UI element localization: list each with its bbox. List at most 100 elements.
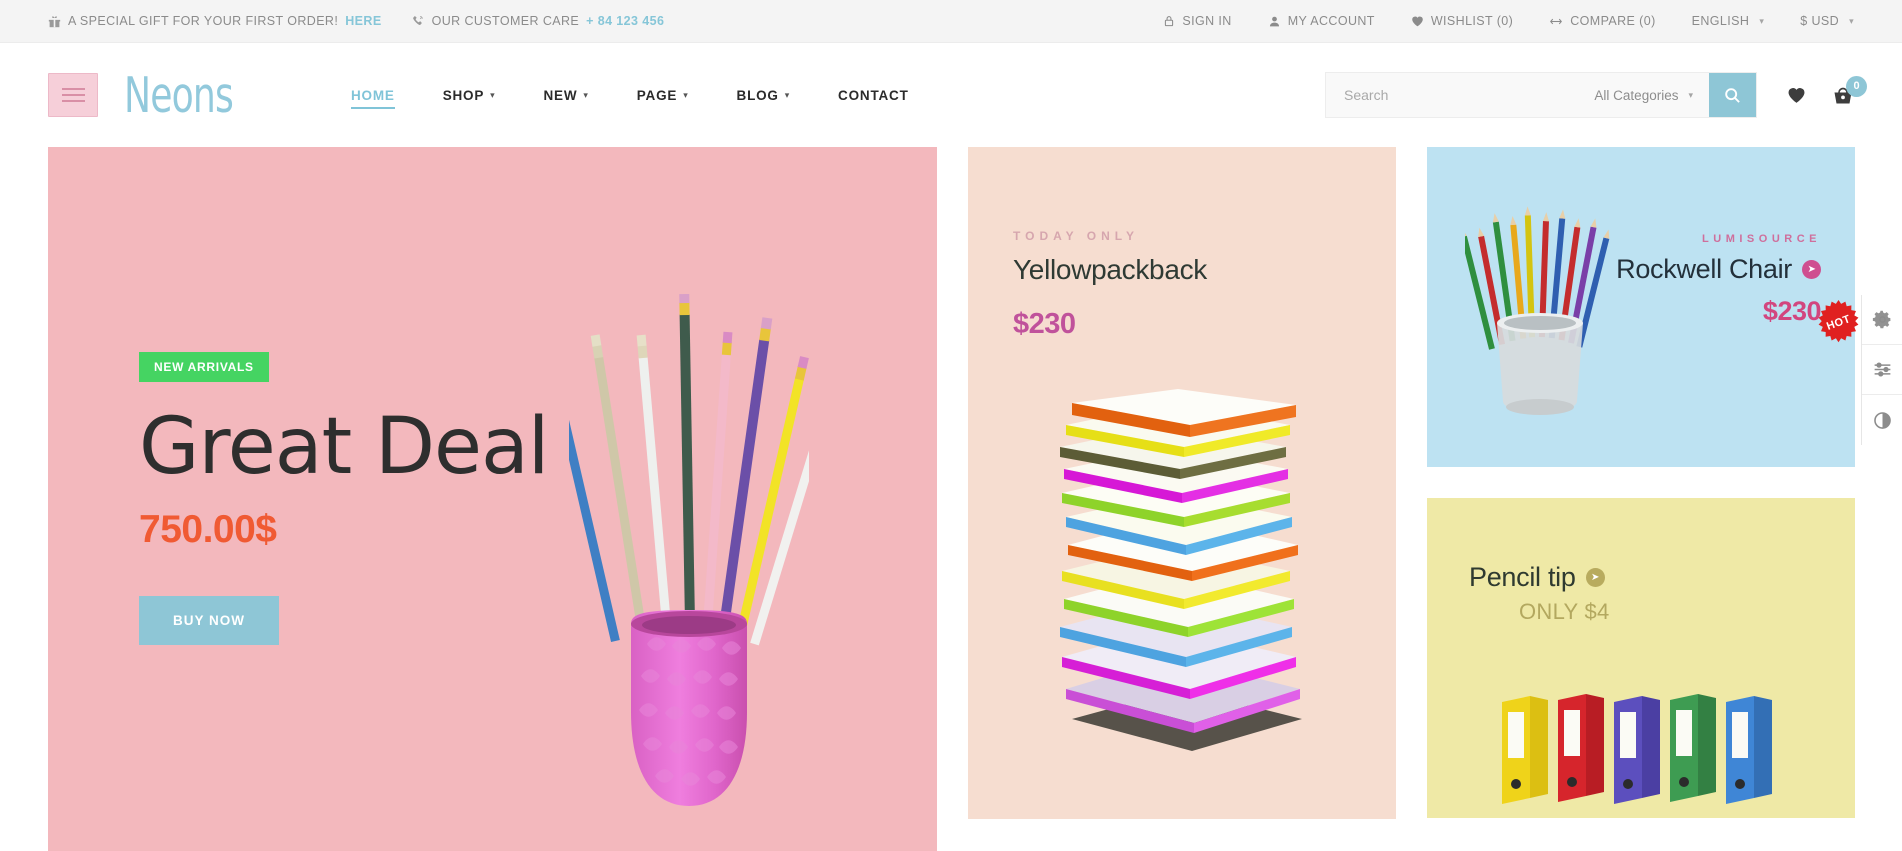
header-icons: 0 <box>1787 75 1867 106</box>
customer-care-phone[interactable]: + 84 123 456 <box>586 14 664 28</box>
language-label: ENGLISH <box>1691 14 1750 28</box>
banner-stage: NEW ARRIVALS Great Deal 750.00$ BUY NOW <box>0 147 1902 851</box>
hot-badge: HOT <box>1815 299 1862 346</box>
category-label: All Categories <box>1594 87 1679 103</box>
language-selector[interactable]: ENGLISH ▾ <box>1692 14 1765 28</box>
search-icon <box>1724 87 1741 104</box>
currency-label: $ USD <box>1800 14 1840 28</box>
sign-in-link[interactable]: SIGN IN <box>1163 14 1231 28</box>
wishlist-label: WISHLIST (0) <box>1430 14 1514 28</box>
search-bar: All Categories ▾ <box>1325 72 1757 118</box>
hero-price: 750.00$ <box>139 508 277 551</box>
my-account-link[interactable]: MY ACCOUNT <box>1268 14 1375 28</box>
pencil-tip-title-text: Pencil tip <box>1469 562 1576 592</box>
nav-label: SHOP <box>442 87 485 103</box>
chevron-right-icon[interactable]: ➤ <box>1585 568 1605 587</box>
rockwell-chair-title: Rockwell Chair ➤ <box>1616 254 1821 285</box>
gift-icon <box>48 15 61 28</box>
top-bar-left: A SPECIAL GIFT FOR YOUR FIRST ORDER! HER… <box>48 14 664 28</box>
compare-link[interactable]: COMPARE (0) <box>1549 14 1655 28</box>
top-bar-right: SIGN IN MY ACCOUNT WISHLIST (0) COMPARE … <box>1163 14 1854 28</box>
nav-item-new[interactable]: NEW ▾ <box>519 72 612 118</box>
nav-label: HOME <box>350 87 395 103</box>
search-input[interactable] <box>1326 73 1589 117</box>
search-submit-button[interactable] <box>1709 73 1756 117</box>
contrast-mode-button[interactable] <box>1862 395 1902 445</box>
rockwell-chair-price: $230 <box>1762 296 1822 326</box>
hero-title: Great Deal <box>139 402 549 492</box>
settings-button[interactable] <box>1862 295 1902 345</box>
lock-icon <box>1163 15 1175 27</box>
cart-button[interactable]: 0 <box>1832 75 1867 106</box>
menu-bar-line <box>61 100 85 102</box>
promo-text: A SPECIAL GIFT FOR YOUR FIRST ORDER! <box>68 14 339 28</box>
phone-icon <box>412 15 425 28</box>
chevron-down-icon: ▾ <box>583 89 589 100</box>
menu-bar-line <box>61 94 85 96</box>
chevron-down-icon: ▾ <box>1849 15 1854 26</box>
promo-message: A SPECIAL GIFT FOR YOUR FIRST ORDER! HER… <box>48 14 382 28</box>
sign-in-label: SIGN IN <box>1182 14 1232 28</box>
nav-item-shop[interactable]: SHOP ▾ <box>419 72 520 118</box>
layout-options-button[interactable] <box>1862 345 1902 395</box>
site-logo[interactable]: Neons <box>124 71 234 120</box>
hero-copy: NEW ARRIVALS Great Deal 750.00$ BUY NOW <box>139 352 549 645</box>
pencil-tip-banner[interactable]: Pencil tip ➤ ONLY $4 <box>1427 498 1855 818</box>
nav-label: CONTACT <box>838 87 909 103</box>
compare-icon <box>1549 15 1563 28</box>
top-bar: A SPECIAL GIFT FOR YOUR FIRST ORDER! HER… <box>0 0 1902 43</box>
heart-icon <box>1787 86 1806 105</box>
right-banner-column: LUMISOURCE Rockwell Chair ➤ $230 Pencil … <box>1427 147 1855 851</box>
chevron-down-icon: ▾ <box>1688 89 1693 100</box>
pencil-tip-title: Pencil tip ➤ <box>1469 562 1610 593</box>
compare-label: COMPARE (0) <box>1570 14 1656 28</box>
yellowpackback-eyebrow: TODAY ONLY <box>1013 229 1140 243</box>
header-right: All Categories ▾ <box>1325 72 1867 118</box>
rockwell-chair-eyebrow: LUMISOURCE <box>1702 233 1821 245</box>
chevron-down-icon: ▾ <box>784 89 791 100</box>
user-icon <box>1268 15 1281 28</box>
rockwell-chair-copy: LUMISOURCE Rockwell Chair ➤ $230 <box>1616 233 1821 327</box>
hero-badge: NEW ARRIVALS <box>139 352 269 382</box>
menu-bar-line <box>61 88 85 90</box>
buy-now-button[interactable]: BUY NOW <box>139 596 280 645</box>
yellowpackback-copy: TODAY ONLY Yellowpackback $230 <box>1013 229 1207 341</box>
yellowpackback-title: Yellowpackback <box>1013 254 1208 285</box>
settings-side-panel <box>1861 295 1902 445</box>
wishlist-button[interactable] <box>1787 86 1806 105</box>
currency-selector[interactable]: $ USD ▾ <box>1800 14 1854 28</box>
promo-link[interactable]: HERE <box>345 14 381 28</box>
hero-banner[interactable]: NEW ARRIVALS Great Deal 750.00$ BUY NOW <box>48 147 937 851</box>
rockwell-chair-banner[interactable]: LUMISOURCE Rockwell Chair ➤ $230 <box>1427 147 1855 467</box>
banner-grid: NEW ARRIVALS Great Deal 750.00$ BUY NOW <box>0 147 1902 851</box>
nav-label: NEW <box>543 87 578 103</box>
yellowpackback-price: $230 <box>1013 308 1076 340</box>
colored-pencils-cup-illustration <box>1465 206 1610 415</box>
gear-icon <box>1872 309 1893 330</box>
chevron-down-icon: ▾ <box>683 89 689 100</box>
cart-count-badge: 0 <box>1846 75 1867 97</box>
customer-care-text: OUR CUSTOMER CARE <box>431 14 580 28</box>
pencil-tip-subtitle: ONLY $4 <box>1519 599 1610 624</box>
pencil-tip-copy: Pencil tip ➤ ONLY $4 <box>1469 562 1610 625</box>
nav-item-home[interactable]: HOME <box>327 72 419 118</box>
site-header: Neons HOME SHOP ▾ NEW ▾ PAGE ▾ BLOG ▾ CO… <box>0 43 1902 147</box>
nav-item-page[interactable]: PAGE ▾ <box>613 72 713 118</box>
nav-item-blog[interactable]: BLOG ▾ <box>713 72 815 118</box>
chevron-down-icon: ▾ <box>1759 15 1765 26</box>
menu-toggle-button[interactable] <box>48 73 98 117</box>
category-selector[interactable]: All Categories ▾ <box>1588 73 1709 117</box>
contrast-icon <box>1872 410 1893 431</box>
wishlist-link[interactable]: WISHLIST (0) <box>1411 14 1513 28</box>
yellowpackback-banner[interactable]: TODAY ONLY Yellowpackback $230 <box>968 147 1396 819</box>
book-stack-illustration <box>1060 389 1302 751</box>
heart-icon <box>1411 15 1424 28</box>
nav-item-contact[interactable]: CONTACT <box>814 72 933 118</box>
chevron-down-icon: ▾ <box>490 89 496 100</box>
main-navigation: HOME SHOP ▾ NEW ▾ PAGE ▾ BLOG ▾ CONTACT <box>327 72 933 118</box>
customer-care: OUR CUSTOMER CARE + 84 123 456 <box>412 14 665 28</box>
my-account-label: MY ACCOUNT <box>1287 14 1375 28</box>
nav-label: PAGE <box>636 87 678 103</box>
box-files-illustration <box>1502 694 1772 804</box>
chevron-right-icon[interactable]: ➤ <box>1802 260 1821 279</box>
